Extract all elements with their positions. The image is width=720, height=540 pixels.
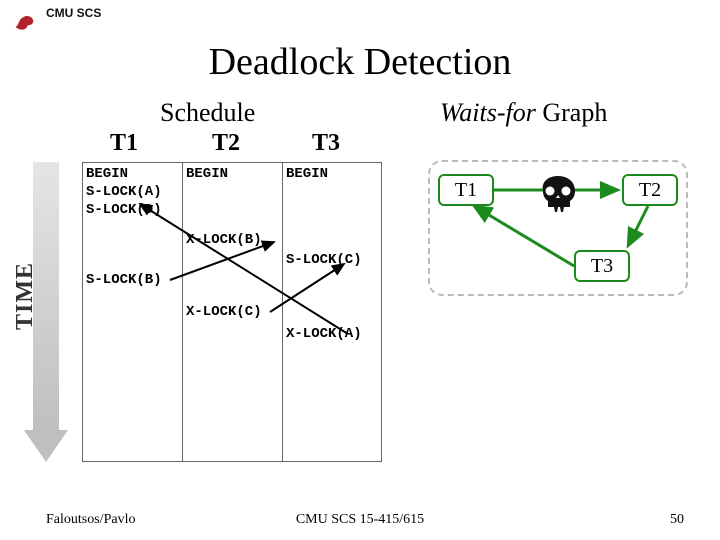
col-header-t2: T2 — [212, 130, 240, 157]
cell-t1-slock-d: S-LOCK(D) — [86, 202, 162, 218]
scotty-logo-icon — [12, 6, 40, 34]
cell-t3-xlock-a: X-LOCK(A) — [286, 326, 362, 342]
graph-heading: Waits-for Graph — [440, 98, 607, 128]
header-label: CMU SCS — [46, 6, 101, 20]
schedule-heading: Schedule — [160, 98, 255, 128]
graph-node-t1: T1 — [438, 174, 494, 206]
skull-icon — [534, 174, 582, 214]
cell-t3-begin: BEGIN — [286, 166, 328, 182]
cell-t2-xlock-b: X-LOCK(B) — [186, 232, 262, 248]
header: CMU SCS — [12, 6, 101, 34]
slide-title: Deadlock Detection — [0, 40, 720, 84]
cell-t1-begin: BEGIN — [86, 166, 128, 182]
cell-t2-xlock-c: X-LOCK(C) — [186, 304, 262, 320]
col-header-t1: T1 — [110, 130, 138, 157]
grid-divider — [182, 162, 183, 462]
graph-node-t3: T3 — [574, 250, 630, 282]
cell-t1-slock-b: S-LOCK(B) — [86, 272, 162, 288]
graph-heading-italic: Waits-for — [440, 98, 536, 127]
col-header-t3: T3 — [312, 130, 340, 157]
graph-node-t2: T2 — [622, 174, 678, 206]
graph-heading-rest: Graph — [536, 98, 607, 127]
cell-t1-slock-a: S-LOCK(A) — [86, 184, 162, 200]
footer-course: CMU SCS 15-415/615 — [0, 512, 720, 528]
grid-divider — [282, 162, 283, 462]
cell-t3-slock-c: S-LOCK(C) — [286, 252, 362, 268]
cell-t2-begin: BEGIN — [186, 166, 228, 182]
time-axis-label: TIME — [12, 262, 39, 330]
footer-slide-num: 50 — [670, 512, 684, 528]
